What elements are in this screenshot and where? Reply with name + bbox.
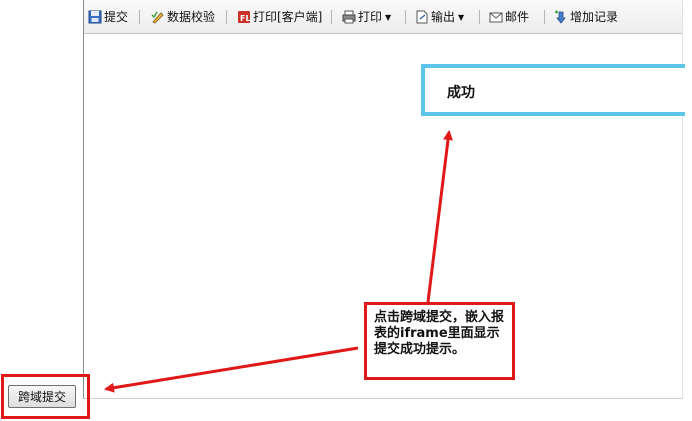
annotation-callout: 点击跨域提交，嵌入报表的iframe里面显示提交成功提示。 — [364, 302, 515, 380]
annotation-arrows — [104, 130, 453, 393]
cross-domain-submit-button[interactable]: 跨域提交 — [8, 385, 76, 408]
annotation-text: 点击跨域提交，嵌入报表的iframe里面显示提交成功提示。 — [374, 310, 505, 357]
arrow-to-button — [104, 346, 359, 393]
arrow-to-success — [426, 130, 453, 303]
